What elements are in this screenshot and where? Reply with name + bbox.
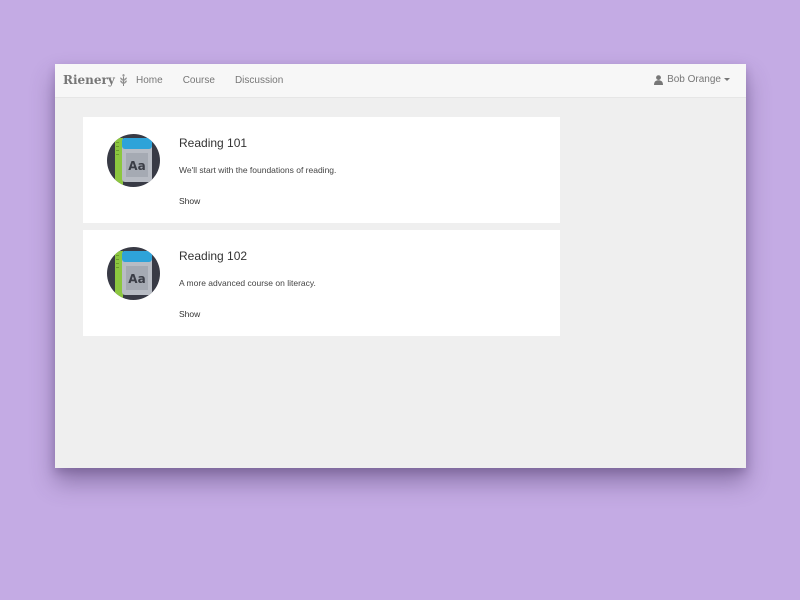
- chevron-down-icon: [724, 78, 730, 81]
- brand[interactable]: Rienery: [63, 73, 128, 87]
- user-menu[interactable]: Bob Orange: [654, 74, 730, 85]
- svg-text:Aa: Aa: [128, 272, 145, 286]
- nav-home-link[interactable]: Home: [136, 75, 163, 86]
- nav-course-link[interactable]: Course: [183, 75, 215, 86]
- course-card: Aa Reading 101 We'll start with the foun…: [83, 117, 560, 223]
- course-description: We'll start with the foundations of read…: [179, 165, 337, 175]
- course-description: A more advanced course on literacy.: [179, 278, 316, 288]
- user-icon: [654, 74, 664, 85]
- show-course-link[interactable]: Show: [179, 309, 200, 319]
- book-icon: Aa: [107, 247, 160, 300]
- user-name: Bob Orange: [667, 74, 721, 85]
- app-window: Rienery Home Course Discussion Bob Orang…: [55, 64, 746, 468]
- show-course-link[interactable]: Show: [179, 196, 200, 206]
- brand-name: Rienery: [63, 73, 115, 87]
- svg-text:Aa: Aa: [128, 159, 145, 173]
- book-icon: Aa: [107, 134, 160, 187]
- course-title: Reading 102: [179, 249, 248, 263]
- course-title: Reading 101: [179, 136, 248, 150]
- course-card: Aa Reading 102 A more advanced course on…: [83, 230, 560, 336]
- sprout-icon: [119, 73, 128, 87]
- main-nav: Home Course Discussion: [136, 75, 303, 86]
- navbar: Rienery Home Course Discussion Bob Orang…: [55, 64, 746, 98]
- nav-discussion-link[interactable]: Discussion: [235, 75, 283, 86]
